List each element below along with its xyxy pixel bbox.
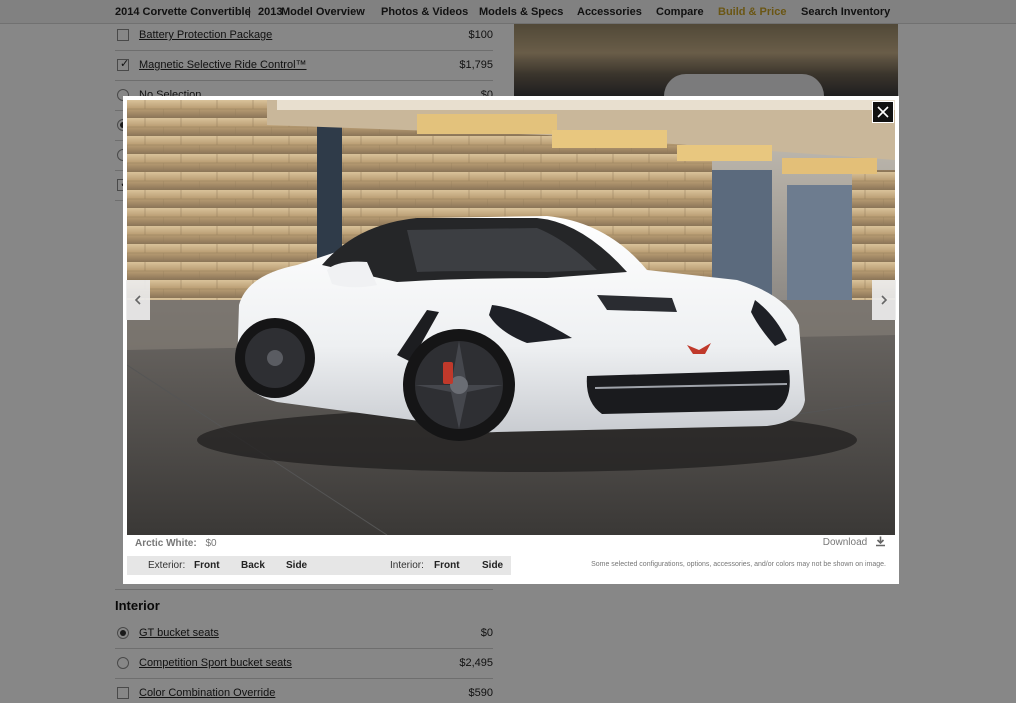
chevron-right-icon — [881, 295, 888, 305]
color-name: Arctic White: — [135, 538, 197, 549]
vehicle-photo — [127, 100, 895, 535]
view-selector-bar: Exterior: Front Back Side Interior: Fron… — [127, 556, 511, 575]
close-icon — [877, 106, 889, 118]
exterior-views-label: Exterior: — [148, 560, 186, 571]
next-photo-button[interactable] — [872, 280, 896, 320]
chevron-left-icon — [134, 295, 141, 305]
interior-front-view[interactable]: Front — [434, 560, 460, 571]
exterior-back-view[interactable]: Back — [241, 560, 265, 571]
color-price: $0 — [205, 538, 217, 549]
previous-photo-button[interactable] — [126, 280, 150, 320]
interior-views-label: Interior: — [390, 560, 424, 571]
image-disclaimer: Some selected configurations, options, a… — [591, 561, 886, 568]
photo-lightbox: Arctic White: $0 Download Exterior: Fron… — [123, 96, 899, 584]
photo-caption: Arctic White: $0 — [135, 538, 217, 549]
download-link[interactable]: Download — [823, 536, 886, 548]
interior-side-view[interactable]: Side — [482, 560, 503, 571]
exterior-front-view[interactable]: Front — [194, 560, 220, 571]
download-icon[interactable] — [875, 536, 886, 547]
download-label[interactable]: Download — [823, 537, 867, 548]
exterior-side-view[interactable]: Side — [286, 560, 307, 571]
close-button[interactable] — [872, 101, 894, 123]
